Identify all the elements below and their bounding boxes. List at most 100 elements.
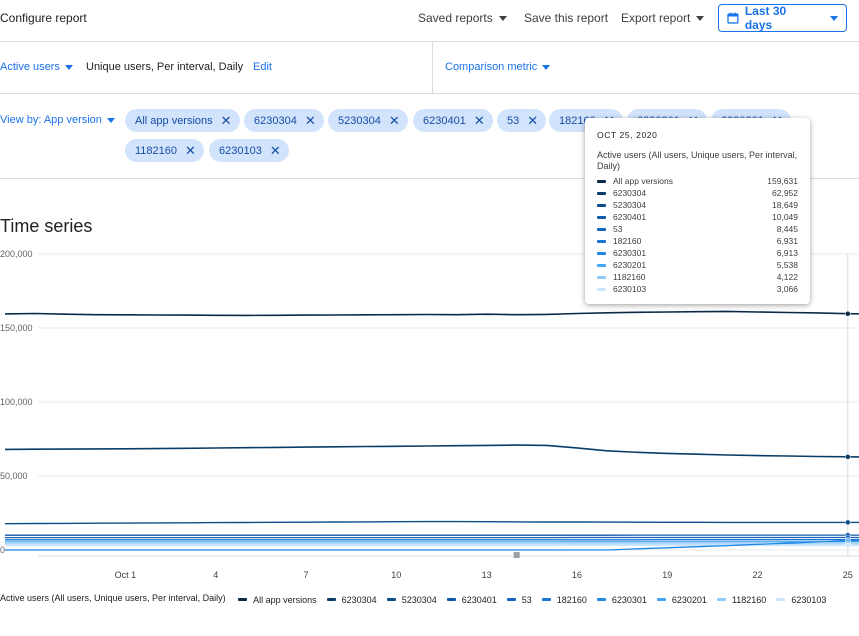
divider (0, 93, 859, 94)
saved-reports-button[interactable]: Saved reports (418, 11, 507, 25)
tooltip-series-value: 18,649 (772, 200, 798, 210)
metric-selector[interactable]: Active users (0, 61, 73, 73)
tooltip-series-value: 159,631 (767, 176, 798, 186)
tooltip-series-name: 6230401 (613, 212, 647, 222)
x-tick-label: 7 (303, 570, 308, 580)
x-tick-label: 10 (391, 570, 401, 580)
chip-label: 53 (507, 114, 520, 127)
x-tick-label: 25 (843, 570, 853, 580)
tooltip-series-name: 182160 (613, 236, 642, 246)
legend-item[interactable]: 6230201 (656, 591, 707, 609)
tooltip-row: 6230401 10,049 (597, 211, 798, 223)
tooltip-row: 6230201 5,538 (597, 259, 798, 271)
legend-swatch (446, 598, 456, 601)
x-tick-label: Oct 1 (115, 570, 137, 580)
tooltip-series-value: 10,049 (772, 212, 798, 222)
legend-item[interactable]: 6230304 (326, 591, 377, 609)
export-report-button[interactable]: Export report (621, 11, 705, 25)
legend-item[interactable]: 182160 (541, 591, 587, 609)
legend-item[interactable]: 6230103 (776, 591, 826, 609)
legend-label: 6230304 (341, 594, 377, 605)
comparison-metric-label: Comparison metric (445, 61, 538, 73)
filter-chip[interactable]: 6230304 ✕ (244, 109, 324, 132)
legend-swatch (386, 598, 396, 601)
divider (432, 41, 433, 93)
close-icon[interactable]: ✕ (305, 114, 316, 127)
legend-item[interactable]: 6230301 (596, 591, 647, 609)
series-swatch (597, 263, 606, 267)
tooltip-row: 6230301 6,913 (597, 247, 798, 259)
view-by-selector[interactable]: View by: App version (0, 114, 115, 126)
legend-label: 182160 (556, 594, 587, 605)
legend-item[interactable]: 6230401 (446, 591, 497, 609)
tooltip-series-value: 3,066 (776, 284, 798, 294)
tooltip-row: 182160 6,931 (597, 235, 798, 247)
comparison-metric-selector[interactable]: Comparison metric (445, 61, 551, 73)
legend-swatch (506, 598, 516, 601)
save-report-label: Save this report (524, 11, 609, 25)
annotation-marker-icon[interactable] (513, 552, 520, 558)
filter-chip[interactable]: All app versions ✕ (125, 109, 240, 132)
toolbar: Configure report Saved reports Save this… (0, 0, 859, 36)
x-tick-label: 13 (482, 570, 492, 580)
series-swatch (597, 203, 606, 207)
calendar-icon (727, 12, 739, 24)
saved-reports-label: Saved reports (418, 11, 493, 25)
page-title: Configure report (0, 11, 87, 25)
x-tick-label: 22 (752, 570, 762, 580)
save-report-button[interactable]: Save this report (524, 11, 608, 25)
chip-label: 1182160 (135, 144, 178, 157)
series-line[interactable] (4, 520, 859, 525)
filter-chip[interactable]: 6230401 ✕ (413, 109, 493, 132)
filter-chip[interactable]: 1182160 ✕ (125, 139, 204, 162)
filter-chip[interactable]: 6230103 ✕ (209, 139, 289, 162)
legend-swatch (656, 598, 666, 601)
x-tick-label: 4 (213, 570, 218, 580)
filter-chip[interactable]: 5230304 ✕ (328, 109, 408, 132)
series-swatch (597, 227, 606, 231)
series-line[interactable] (4, 444, 859, 458)
close-icon[interactable]: ✕ (527, 114, 538, 127)
y-tick-label: 150,000 (0, 323, 33, 333)
close-icon[interactable]: ✕ (389, 114, 400, 127)
tooltip-series-name: 6230301 (613, 248, 647, 258)
close-icon[interactable]: ✕ (221, 114, 232, 127)
legend-swatch (596, 598, 606, 601)
divider (0, 41, 859, 42)
hover-point (845, 542, 851, 549)
legend-label: 6230401 (461, 594, 497, 605)
legend-item[interactable]: 53 (506, 591, 532, 609)
date-range-button[interactable]: Last 30 days (718, 4, 847, 32)
legend-swatch (541, 598, 551, 601)
legend-item[interactable]: 1182160 (716, 591, 766, 609)
hover-point (845, 519, 851, 526)
edit-metric-link[interactable]: Edit (253, 61, 272, 73)
section-title: Time series (0, 216, 93, 236)
legend-swatch (716, 598, 726, 601)
legend-item[interactable]: All app versions (238, 591, 317, 609)
chart-tooltip: OCT 25, 2020 Active users (All users, Un… (585, 118, 810, 304)
tooltip-series-name: 6230201 (613, 260, 647, 270)
close-icon[interactable]: ✕ (474, 114, 485, 127)
tooltip-row: All app versions 159,631 (597, 175, 798, 187)
tooltip-series-name: 5230304 (613, 200, 647, 210)
chevron-down-icon (106, 117, 115, 123)
tooltip-row: 1182160 4,122 (597, 271, 798, 283)
series-swatch (597, 251, 606, 255)
metric-label: Active users (0, 61, 60, 73)
series-swatch (597, 239, 606, 243)
tooltip-series-name: 6230304 (613, 188, 647, 198)
chip-label: 6230103 (219, 144, 262, 157)
legend-prefix: Active users (All users, Unique users, P… (0, 593, 226, 603)
tooltip-row: 5230304 18,649 (597, 199, 798, 211)
x-tick-label: 16 (572, 570, 582, 580)
close-icon[interactable]: ✕ (270, 144, 281, 157)
legend-item[interactable]: 5230304 (386, 591, 437, 609)
series-line[interactable] (4, 310, 859, 317)
filter-chip[interactable]: 53 ✕ (497, 109, 547, 132)
legend-label: All app versions (253, 594, 317, 605)
legend-swatch (776, 598, 786, 601)
chip-label: All app versions (135, 114, 213, 127)
close-icon[interactable]: ✕ (185, 144, 196, 157)
hover-point (845, 310, 851, 317)
